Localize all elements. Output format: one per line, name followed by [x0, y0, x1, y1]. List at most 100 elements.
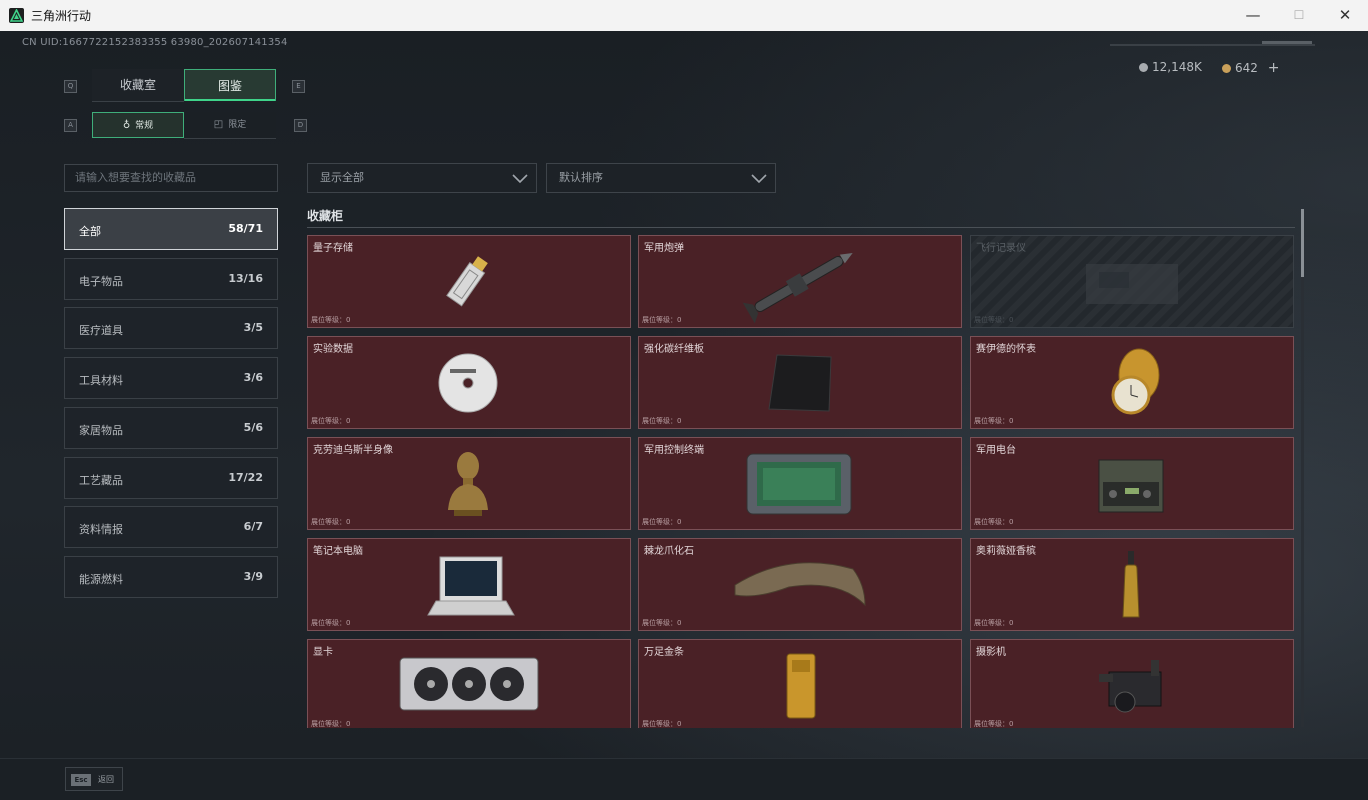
item-name: 克劳迪乌斯半身像	[313, 445, 393, 456]
category-intel[interactable]: 资料情报 6/7	[64, 506, 278, 548]
category-count: 5/6	[243, 421, 263, 434]
disc-icon	[438, 353, 498, 413]
item-card-laptop[interactable]: 笔记本电脑 展位等级：0	[307, 538, 631, 631]
gpu-icon	[399, 657, 539, 711]
back-button[interactable]: Esc 返回	[65, 767, 123, 791]
category-count: 3/6	[243, 371, 263, 384]
silver-coin-icon	[1139, 63, 1148, 72]
currency-premium: 642 +	[1222, 60, 1279, 76]
item-card-military-shell[interactable]: 军用炮弹 展位等级：0	[638, 235, 962, 328]
category-label: 医疗道具	[79, 324, 123, 337]
item-card-pocket-watch[interactable]: 赛伊德的怀表 展位等级：0	[970, 336, 1294, 429]
item-card-carbon-plate[interactable]: 强化碳纤维板 展位等级：0	[638, 336, 962, 429]
item-level: 展位等级：0	[642, 518, 682, 526]
player-uid: CN UID:1667722152383355 63980_2026071413…	[22, 37, 288, 48]
radio-icon	[1098, 459, 1164, 513]
item-card-experiment-data[interactable]: 实验数据 展位等级：0	[307, 336, 631, 429]
item-card-graphics-card[interactable]: 显卡 展位等级：0	[307, 639, 631, 728]
item-name: 显卡	[313, 647, 333, 658]
chevron-down-icon	[512, 174, 528, 184]
item-level: 展位等级：0	[974, 720, 1014, 728]
item-name: 飞行记录仪	[976, 243, 1026, 254]
back-label: 返回	[98, 775, 114, 784]
tab-collection-room[interactable]: 收藏室	[92, 69, 184, 102]
category-label: 能源燃料	[79, 573, 123, 586]
app-logo-icon	[9, 8, 24, 23]
item-level: 展位等级：0	[974, 316, 1014, 324]
item-level: 展位等级：0	[311, 518, 351, 526]
category-household[interactable]: 家居物品 5/6	[64, 407, 278, 449]
category-count: 3/9	[243, 570, 263, 583]
chevron-down-icon	[751, 174, 767, 184]
add-currency-button[interactable]: +	[1268, 60, 1280, 76]
sort-dropdown[interactable]: 默认排序	[546, 163, 776, 193]
item-level: 展位等级：0	[974, 518, 1014, 526]
subtab-regular-label: 常规	[135, 121, 154, 131]
item-level: 展位等级：0	[642, 619, 682, 627]
item-card-military-radio[interactable]: 军用电台 展位等级：0	[970, 437, 1294, 530]
regular-icon: ♁	[122, 120, 131, 131]
category-label: 工艺藏品	[79, 474, 123, 487]
item-name: 笔记本电脑	[313, 546, 363, 557]
category-electronics[interactable]: 电子物品 13/16	[64, 258, 278, 300]
item-name: 奥莉薇娅香槟	[976, 546, 1036, 557]
sort-value: 默认排序	[559, 171, 603, 184]
category-medical[interactable]: 医疗道具 3/5	[64, 307, 278, 349]
game-viewport: CN UID:1667722152383355 63980_2026071413…	[0, 31, 1368, 800]
search-input[interactable]: 请输入想要查找的收藏品	[64, 164, 278, 192]
item-card-quantum-storage[interactable]: 量子存储 展位等级：0	[307, 235, 631, 328]
item-card-dinosaur-claw[interactable]: 棘龙爪化石 展位等级：0	[638, 538, 962, 631]
minimize-button[interactable]: —	[1230, 0, 1276, 31]
category-energy[interactable]: 能源燃料 3/9	[64, 556, 278, 598]
item-card-bust[interactable]: 克劳迪乌斯半身像 展位等级：0	[307, 437, 631, 530]
item-card-flight-recorder[interactable]: 飞行记录仪 展位等级：0	[970, 235, 1294, 328]
category-tools[interactable]: 工具材料 3/6	[64, 357, 278, 399]
missile-icon	[742, 253, 853, 324]
close-button[interactable]: ✕	[1322, 0, 1368, 31]
item-level: 展位等级：0	[642, 316, 682, 324]
item-card-control-terminal[interactable]: 军用控制终端 展位等级：0	[638, 437, 962, 530]
category-label: 工具材料	[79, 374, 123, 387]
item-card-champagne[interactable]: 奥莉薇娅香槟 展位等级：0	[970, 538, 1294, 631]
section-divider	[307, 227, 1295, 228]
gold-bar-icon	[786, 653, 816, 719]
subtab-limited[interactable]: ◰ 限定	[184, 112, 276, 139]
category-label: 资料情报	[79, 523, 123, 536]
item-level: 展位等级：0	[974, 417, 1014, 425]
category-count: 3/5	[243, 321, 263, 334]
scrollbar-track[interactable]	[1301, 209, 1304, 727]
item-name: 军用电台	[976, 445, 1016, 456]
item-card-gold-bar[interactable]: 万足金条 展位等级：0	[638, 639, 962, 728]
gold-coin-icon	[1222, 64, 1231, 73]
item-level: 展位等级：0	[311, 316, 351, 324]
scrollbar-thumb[interactable]	[1301, 209, 1304, 277]
display-filter-value: 显示全部	[320, 171, 364, 184]
subtab-regular[interactable]: ♁ 常规	[92, 112, 184, 138]
footer-bar: Esc 返回	[0, 758, 1368, 800]
category-count: 6/7	[243, 520, 263, 533]
tab-catalog[interactable]: 图鉴	[184, 69, 276, 101]
item-name: 万足金条	[644, 647, 684, 658]
item-name: 量子存储	[313, 243, 353, 254]
currency-coins: 12,148K	[1139, 60, 1202, 74]
window-title: 三角洲行动	[31, 9, 92, 23]
category-count: 13/16	[228, 272, 263, 285]
subtab-limited-label: 限定	[228, 120, 247, 130]
display-filter-dropdown[interactable]: 显示全部	[307, 163, 537, 193]
section-title: 收藏柜	[307, 209, 344, 223]
item-level: 展位等级：0	[311, 417, 351, 425]
item-name: 实验数据	[313, 344, 353, 355]
item-name: 军用控制终端	[644, 445, 704, 456]
header-divider-accent	[1262, 41, 1312, 44]
category-all[interactable]: 全部 58/71	[64, 208, 278, 250]
collection-grid: 量子存储 展位等级：0 军用炮弹 展位等级：0 飞行记录仪 展位等级：0 实验数…	[307, 235, 1294, 728]
category-crafts[interactable]: 工艺藏品 17/22	[64, 457, 278, 499]
category-label: 全部	[79, 225, 101, 238]
item-name: 强化碳纤维板	[644, 344, 704, 355]
key-hint-e: E	[292, 80, 305, 93]
item-name: 摄影机	[976, 647, 1006, 658]
item-level: 展位等级：0	[642, 417, 682, 425]
maximize-button[interactable]: ☐	[1276, 0, 1322, 31]
item-card-camera[interactable]: 摄影机 展位等级：0	[970, 639, 1294, 728]
video-camera-icon	[1099, 660, 1162, 713]
